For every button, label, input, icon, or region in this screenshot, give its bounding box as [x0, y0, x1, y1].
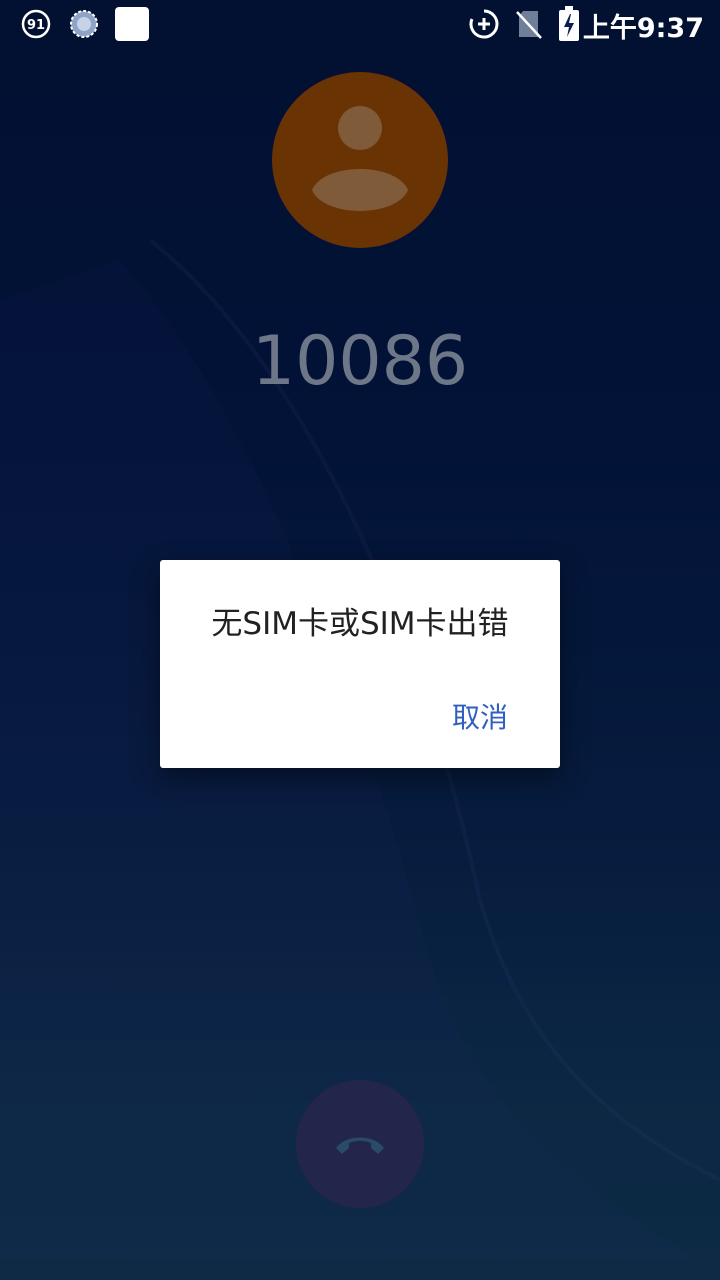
dialog-message: 无SIM卡或SIM卡出错	[211, 606, 509, 642]
no-sim-icon	[514, 8, 544, 44]
phone-hangup-icon	[336, 1137, 384, 1154]
end-call-button[interactable]	[296, 1080, 424, 1208]
status-time: 上午9:37	[582, 13, 704, 44]
data-saver-icon	[468, 8, 500, 44]
app-notification-icon: 91	[20, 8, 52, 44]
sync-progress-icon	[68, 8, 100, 44]
caller-number: 10086	[251, 322, 469, 401]
battery-charging-icon	[558, 6, 580, 46]
default-contact-avatar-icon	[272, 72, 448, 248]
no-sim-dialog: 无SIM卡或SIM卡出错 取消	[160, 560, 560, 768]
svg-text:91: 91	[27, 18, 45, 33]
status-bar: 91 上午9:37	[0, 0, 720, 50]
in-call-screen: 91 上午9:37 10086 无SIM卡或SIM卡出错 取消	[0, 0, 720, 1280]
blank-notification-icon	[115, 7, 149, 45]
cancel-button[interactable]: 取消	[444, 694, 516, 738]
